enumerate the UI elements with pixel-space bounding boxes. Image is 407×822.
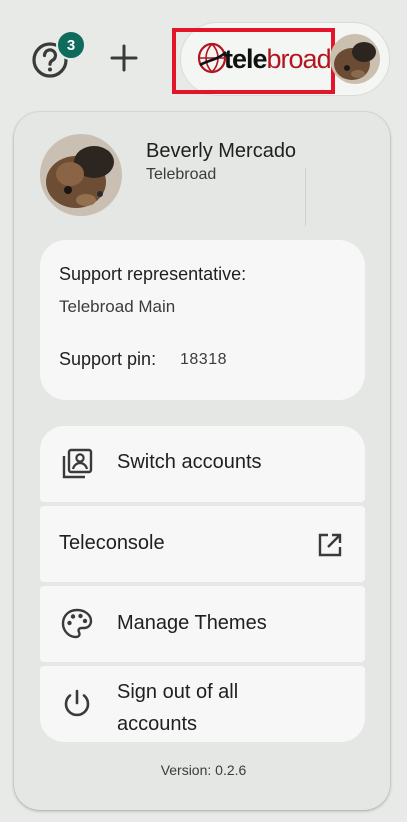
support-representative-label: Support representative: — [59, 264, 247, 284]
notification-badge: 3 — [56, 30, 86, 60]
teleconsole-label: Teleconsole — [59, 532, 165, 554]
switch-accounts-label: Switch accounts — [117, 451, 262, 473]
support-pin-label: Support pin: — [59, 349, 157, 369]
add-button[interactable] — [108, 42, 140, 74]
version-text: Version: 0.2.6 — [160, 762, 247, 778]
manage-themes-label: Manage Themes — [117, 612, 267, 634]
support-representative-value: Telebroad Main — [59, 297, 176, 316]
divider — [305, 168, 306, 226]
avatar-image — [40, 134, 122, 216]
avatar-image — [330, 34, 380, 84]
teleconsole-button[interactable]: Teleconsole — [40, 506, 365, 582]
plus-icon — [110, 44, 138, 72]
power-icon — [64, 689, 90, 717]
manage-themes-button[interactable]: Manage Themes — [40, 586, 365, 662]
switch-accounts-icon — [62, 448, 93, 479]
avatar-large — [40, 134, 122, 216]
sign-out-all-label: Sign out of all accounts — [117, 681, 239, 735]
switch-accounts-button[interactable]: Switch accounts — [40, 426, 365, 502]
telebroad-logo: telebroad — [224, 44, 332, 75]
user-name: Beverly Mercado — [146, 140, 297, 162]
support-pin-value: 18318 — [180, 351, 227, 368]
open-in-new-icon — [318, 533, 342, 557]
logo-part-broad: broad — [266, 44, 332, 74]
palette-icon — [61, 608, 93, 639]
logo-part-tele: tele — [224, 44, 268, 74]
sign-out-all-button[interactable]: Sign out of all accounts — [40, 666, 365, 742]
user-organization: Telebroad — [146, 166, 217, 183]
avatar-small[interactable] — [330, 34, 380, 84]
